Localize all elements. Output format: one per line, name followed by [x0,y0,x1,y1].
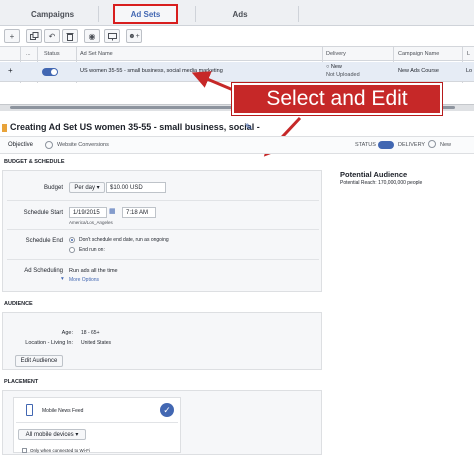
divider [7,200,319,201]
objective-row: Objective Website Conversions STATUS DEL… [0,136,474,154]
budget-schedule-panel: Budget Per day ▾ $10.00 USD Schedule Sta… [2,170,322,292]
chevron-down-icon[interactable]: ▾ [61,276,64,282]
end-option-date-radio[interactable] [69,247,75,253]
audience-section-title: AUDIENCE [4,301,33,307]
wifi-checkbox[interactable] [22,448,27,453]
start-time-input[interactable]: 7:18 AM [122,207,156,218]
schedule-end-label: Schedule End [25,238,63,244]
objective-icon [45,141,53,149]
ad-set-icon [2,124,7,132]
objective-value: Website Conversions [57,142,109,148]
age-value: 18 - 65+ [81,330,100,336]
location-value: United States [81,340,112,346]
end-option-date-label: End run on: [79,247,105,253]
placement-card: Mobile News Feed ✓ All mobile devices ▾ … [13,397,181,453]
budget-amount-input[interactable]: $10.00 USD [106,182,166,193]
objective-label: Objective [8,142,34,148]
mobile-devices-dropdown[interactable]: All mobile devices ▾ [18,429,86,440]
budget-section-title: BUDGET & SCHEDULE [4,159,65,165]
mobile-news-feed-label: Mobile News Feed [42,408,84,414]
check-icon[interactable]: ✓ [160,403,174,417]
wifi-checkbox-label: Only when connected to Wi-Fi [30,448,91,453]
page-title: Creating Ad Set US women 35-55 - small b… [10,122,260,132]
potential-audience-title: Potential Audience [340,170,408,179]
delivery-icon [428,140,436,148]
budget-label: Budget [43,185,63,191]
budget-type-dropdown[interactable]: Per day ▾ [69,182,105,193]
delivery-label: DELIVERY [398,142,426,148]
pencil-icon[interactable]: ✎ [245,122,253,133]
mobile-icon [26,404,33,416]
ad-scheduling-label: Ad Scheduling [24,268,63,274]
audience-panel: Age: 18 - 65+ Location - Living In: Unit… [2,312,322,370]
edit-audience-button[interactable]: Edit Audience [15,355,63,367]
age-label: Age: [61,330,73,336]
placement-panel: Mobile News Feed ✓ All mobile devices ▾ … [2,390,322,455]
calendar-icon[interactable]: ▦ [109,207,116,215]
delivery-value: New [440,142,452,148]
callout-text: Select and Edit [266,87,408,110]
select-and-edit-callout: Select and Edit [231,82,443,116]
timezone-text: America/Los_Angeles [69,220,113,225]
status-toggle-editor[interactable] [378,141,394,149]
end-option-ongoing-label: Don't schedule end date, run as ongoing [79,237,169,243]
divider [7,259,319,260]
end-option-ongoing-radio[interactable] [69,237,75,243]
start-date-input[interactable]: 1/19/2015 [69,207,107,218]
placement-section-title: PLACEMENT [4,379,39,385]
schedule-start-label: Schedule Start [23,210,63,216]
potential-reach-text: Potential Reach: 170,000,000 people [340,180,423,186]
divider [7,229,319,230]
more-options-link[interactable]: More Options [69,277,99,283]
location-label: Location - Living In: [25,340,73,346]
divider [16,422,178,423]
status-label: STATUS [355,142,376,148]
ad-scheduling-value: Run ads all the time [69,268,118,274]
